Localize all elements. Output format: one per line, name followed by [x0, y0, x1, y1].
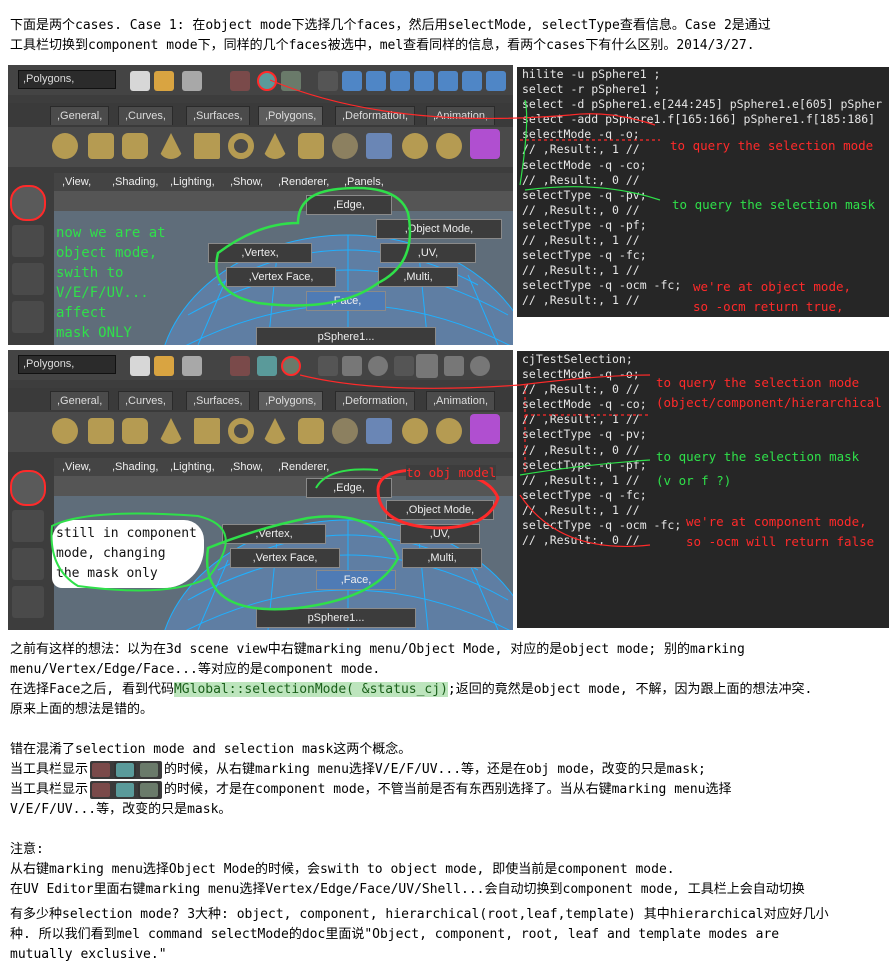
p1-line-3-b: ;返回的竟然是object mode, 不解，因为跟上面的想法冲突.: [447, 682, 813, 697]
poly-torus-icon[interactable]: [228, 418, 254, 444]
case1-green-note-5: affect: [56, 305, 107, 321]
case2-annotation-lines: [300, 374, 651, 548]
p1-line-3-a: 在选择Face之后, 看到代码: [10, 682, 174, 697]
poly-torus-icon[interactable]: [228, 133, 254, 159]
p1-line-4: 原来上面的想法是错的。: [10, 702, 154, 717]
panel-menu-view[interactable]: ,View,: [62, 176, 91, 188]
question-line-1: 有多少种selection mode? 3大种: object, compone…: [10, 907, 829, 922]
poly-cube-icon[interactable]: [88, 418, 114, 444]
new-scene-icon[interactable]: [130, 356, 150, 376]
note-title: 注意:: [10, 842, 44, 857]
p2-line-4: V/E/F/UV...等，改变的只是mask。: [10, 802, 232, 817]
move-tool-button[interactable]: [12, 586, 44, 618]
case1-green-note-6: mask ONLY: [56, 325, 132, 341]
menu-set-combo[interactable]: ,Polygons,: [18, 70, 116, 89]
toolbar-object-mode-chip: [90, 760, 163, 779]
lasso-tool-button[interactable]: [12, 225, 44, 257]
select-by-component-type-icon[interactable]: [281, 356, 301, 376]
shelf-tab-curves[interactable]: ,Curves,: [118, 391, 173, 410]
save-scene-icon[interactable]: [182, 71, 202, 91]
intro-line-2: 工具栏切换到component mode下，同样的几个faces被选中，mel查…: [10, 38, 755, 53]
code-snippet: MGlobal::selectionMode( &status_cj): [173, 682, 448, 697]
poly-sphere-icon[interactable]: [52, 418, 78, 444]
poly-cylinder-icon[interactable]: [122, 418, 148, 444]
question-line-2: 种. 所以我们看到mel command selectMode的doc里面说"O…: [10, 927, 780, 942]
p2-line-3-b: 的时候，才是在component mode，不管当前是否有东西别选择了。当从右键…: [164, 782, 732, 797]
shelf-tab-surfaces[interactable]: ,Surfaces,: [186, 391, 250, 410]
note-line-1: 从右键marking menu选择Object Mode的时候，会swith t…: [10, 862, 675, 877]
select-by-object-type-icon[interactable]: [257, 356, 277, 376]
question-line-3: mutually exclusive.": [10, 947, 167, 962]
poly-plane-icon[interactable]: [194, 133, 220, 159]
new-scene-icon[interactable]: [130, 71, 150, 91]
p2-line-3: 当工具栏显示 的时候，才是在component mode，不管当前是否有东西别选择…: [10, 780, 732, 800]
p1-line-1: 之前有这样的想法：以为在3d scene view中右键marking menu…: [10, 642, 745, 657]
select-by-hierarchy-icon[interactable]: [230, 356, 250, 376]
poly-sphere-icon[interactable]: [52, 133, 78, 159]
p2-line-1: 错在混淆了selection mode and selection mask这两…: [10, 742, 412, 757]
p2-line-3-a: 当工具栏显示: [10, 782, 89, 797]
open-scene-icon[interactable]: [154, 356, 174, 376]
shelf-tab-surfaces[interactable]: ,Surfaces,: [186, 106, 250, 125]
shelf-tab-curves[interactable]: ,Curves,: [118, 106, 173, 125]
intro-line-1: 下面是两个cases. Case 1: 在object mode下选择几个fac…: [10, 18, 771, 33]
p1-line-3: 在选择Face之后, 看到代码MGlobal::selectionMode( &…: [10, 680, 812, 700]
paint-select-tool-button[interactable]: [12, 263, 44, 295]
poly-plane-icon[interactable]: [194, 418, 220, 444]
shelf-tab-general[interactable]: ,General,: [50, 106, 110, 125]
select-tool-button[interactable]: [10, 185, 46, 221]
note-line-2: 在UV Editor里面右键marking menu选择Vertex/Edge/…: [10, 882, 805, 897]
select-by-hierarchy-icon[interactable]: [230, 71, 250, 91]
p1-line-2: menu/Vertex/Edge/Face...等对应的是component m…: [10, 662, 381, 677]
menu-set-combo[interactable]: ,Polygons,: [18, 355, 116, 374]
poly-cylinder-icon[interactable]: [122, 133, 148, 159]
lasso-tool-button[interactable]: [12, 510, 44, 542]
case1-green-note-3: swith to: [56, 265, 124, 281]
panel-menu-shading[interactable]: ,Shading,: [112, 176, 158, 188]
toolbar-component-mode-chip: [90, 780, 163, 799]
paint-select-tool-button[interactable]: [12, 548, 44, 580]
shelf-tab-general[interactable]: ,General,: [50, 391, 110, 410]
open-scene-icon[interactable]: [154, 71, 174, 91]
p2-line-2-a: 当工具栏显示: [10, 762, 89, 777]
p2-line-2: 当工具栏显示 的时候，从右键marking menu选择V/E/F/UV...等，…: [10, 760, 706, 780]
move-tool-button[interactable]: [12, 301, 44, 333]
save-scene-icon[interactable]: [182, 356, 202, 376]
case1-green-note-2: object mode,: [56, 245, 158, 261]
p2-line-2-b: 的时候，从右键marking menu选择V/E/F/UV...等，还是在obj…: [164, 762, 706, 777]
poly-cube-icon[interactable]: [88, 133, 114, 159]
case1-green-note-4: V/E/F/UV...: [56, 285, 149, 301]
select-tool-button[interactable]: [10, 470, 46, 506]
case1-annotation-lines: [270, 79, 661, 201]
case1-green-note-1: now we are at: [56, 225, 166, 241]
